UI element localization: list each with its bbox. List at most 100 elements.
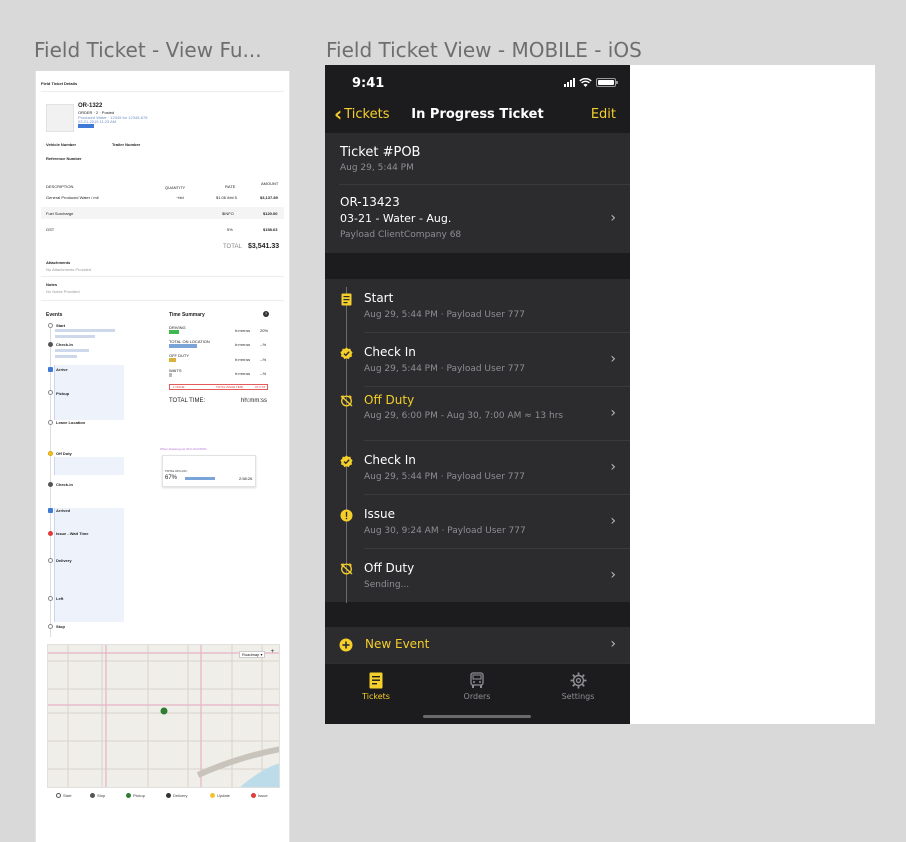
line-item-rate: $INFO	[222, 211, 234, 216]
offduty-bar	[169, 358, 176, 362]
attachments-empty: No Attachments Provided	[46, 267, 92, 272]
event-start-icon	[48, 323, 53, 328]
order-row[interactable]: OR-13423 03-21 - Water - Aug. Payload Cl…	[325, 184, 630, 253]
event-subtitle: Aug 29, 5:44 PM · Payload User 777	[364, 472, 525, 482]
event-meta	[55, 349, 89, 352]
event-title: Off Duty	[364, 393, 415, 407]
alarm-off-icon	[339, 561, 353, 575]
event-label: Issue - Wait Time	[56, 531, 89, 536]
tab-orders[interactable]: Orders	[447, 672, 507, 701]
issue-marker-icon	[251, 793, 256, 799]
total-value: $3,541.33	[248, 243, 280, 250]
navigation-bar: ‹ Tickets In Progress Ticket Edit	[325, 99, 630, 131]
event-label: Delivery	[56, 558, 72, 563]
pickup-marker-icon	[126, 793, 131, 799]
order-number: OR-1322	[78, 103, 103, 109]
tab-label: Settings	[561, 692, 595, 701]
event-leave-icon	[48, 420, 53, 425]
legend-start: Start	[56, 793, 71, 799]
event-subtitle: Sending...	[364, 580, 410, 590]
popup-bar	[185, 477, 215, 480]
event-title: Start	[364, 291, 394, 305]
event-label: Left	[56, 596, 64, 601]
event-delivery-icon	[48, 558, 53, 563]
line-item-row-highlight	[41, 207, 284, 219]
tab-settings[interactable]: Settings	[548, 672, 608, 701]
alert-value: 07:4:78	[255, 385, 266, 389]
legend-issue: Issue	[251, 793, 268, 799]
cellular-signal-icon	[564, 78, 575, 87]
delivery-marker-icon	[166, 793, 171, 799]
event-row-off-duty[interactable]: Off Duty Aug 29, 6:00 PM - Aug 30, 7:00 …	[325, 387, 630, 441]
line-item-desc: GST	[46, 227, 55, 232]
truck-icon	[470, 672, 484, 688]
ticket-icon	[339, 292, 353, 306]
event-arrive-icon	[48, 367, 53, 372]
location-event-card	[54, 508, 124, 622]
route-map[interactable]	[47, 644, 280, 788]
chevron-right-icon: ›	[610, 636, 616, 652]
attachments-label: Attachments	[46, 260, 71, 265]
event-title: Issue	[364, 507, 396, 521]
time-row-value: h:mm:ss	[235, 357, 251, 362]
offduty-card	[54, 457, 124, 475]
map-type-select[interactable]: Roadmap ▾	[239, 651, 266, 658]
mobile-frame-title: Field Ticket View - MOBILE - iOS	[326, 38, 642, 62]
order-client: Payload ClientCompany 68	[340, 230, 462, 240]
events-label: Events	[46, 312, 63, 318]
desktop-frame-title: Field Ticket - View Fu...	[34, 38, 262, 62]
event-note	[55, 355, 77, 358]
time-row-pct: --%	[260, 371, 267, 376]
event-issue-icon	[48, 531, 53, 536]
help-icon[interactable]: ?	[263, 311, 269, 317]
popup-total: TOTAL ON LOC:	[165, 469, 188, 473]
event-label: Arrived	[56, 508, 71, 513]
check-badge-icon	[339, 346, 353, 360]
event-row-issue[interactable]: Issue Aug 30, 9:24 AM · Payload User 777…	[325, 495, 630, 549]
popup-caption: When showing just ON LOCATION	[160, 447, 207, 451]
event-label: Check-In	[56, 342, 73, 347]
edit-button[interactable]: Edit	[591, 107, 616, 122]
new-event-label: New Event	[365, 637, 430, 651]
total-time-label: TOTAL TIME:	[169, 398, 206, 404]
chevron-right-icon: ›	[610, 459, 616, 475]
event-row-check-in[interactable]: Check In Aug 29, 5:44 PM · Payload User …	[325, 333, 630, 387]
event-title: Check In	[364, 345, 416, 359]
wifi-icon	[579, 78, 592, 87]
line-item-amount: $158.63	[263, 227, 278, 232]
time-summary-label: Time Summary	[169, 312, 205, 318]
event-left-icon	[48, 596, 53, 601]
event-label: Off Duty	[56, 451, 72, 456]
desktop-field-ticket-frame: Field Ticket Details OR-1322 ORDER · 2 ·…	[35, 71, 290, 842]
new-event-button[interactable]: New Event ›	[325, 627, 630, 663]
ticket-date: Aug 29, 5:44 PM	[340, 163, 414, 173]
popup-pct: 67%	[165, 475, 178, 481]
zoom-in-button[interactable]: +	[269, 649, 276, 656]
waits-bar	[169, 373, 172, 377]
vehicle-label: Vehicle Number	[46, 142, 77, 147]
chevron-right-icon: ›	[610, 513, 616, 529]
gear-icon	[570, 672, 586, 689]
event-label: Arrive	[56, 367, 68, 372]
event-label: Check-in	[56, 482, 73, 487]
stop-marker-icon	[90, 793, 95, 799]
event-checkin-icon	[48, 482, 53, 487]
ticket-title: Ticket #POB	[340, 145, 421, 160]
event-row-off-duty-sending[interactable]: Off Duty Sending... ›	[325, 549, 630, 603]
battery-icon	[596, 78, 618, 87]
status-time: 9:41	[352, 76, 385, 91]
time-row-value: h:mm:ss	[235, 328, 251, 333]
tab-tickets[interactable]: Tickets	[346, 672, 406, 701]
line-item-rate: 5%	[227, 227, 233, 232]
chevron-right-icon: ›	[610, 405, 616, 421]
reference-label: Reference Number	[46, 156, 82, 161]
check-badge-icon	[339, 454, 353, 468]
event-label: Leave Location	[56, 420, 86, 425]
line-item-qty: ~bbl	[176, 195, 184, 200]
event-label: Pickup	[56, 391, 70, 396]
mobile-ios-frame: 9:41 ‹ Tickets In Progress Ticket Edit Ti…	[325, 65, 630, 724]
event-row-check-in[interactable]: Check In Aug 29, 5:44 PM · Payload User …	[325, 441, 630, 495]
event-meta	[55, 329, 115, 332]
line-item-amount: $3,137.89	[260, 195, 278, 200]
notes-empty: No Notes Provided	[46, 289, 80, 294]
